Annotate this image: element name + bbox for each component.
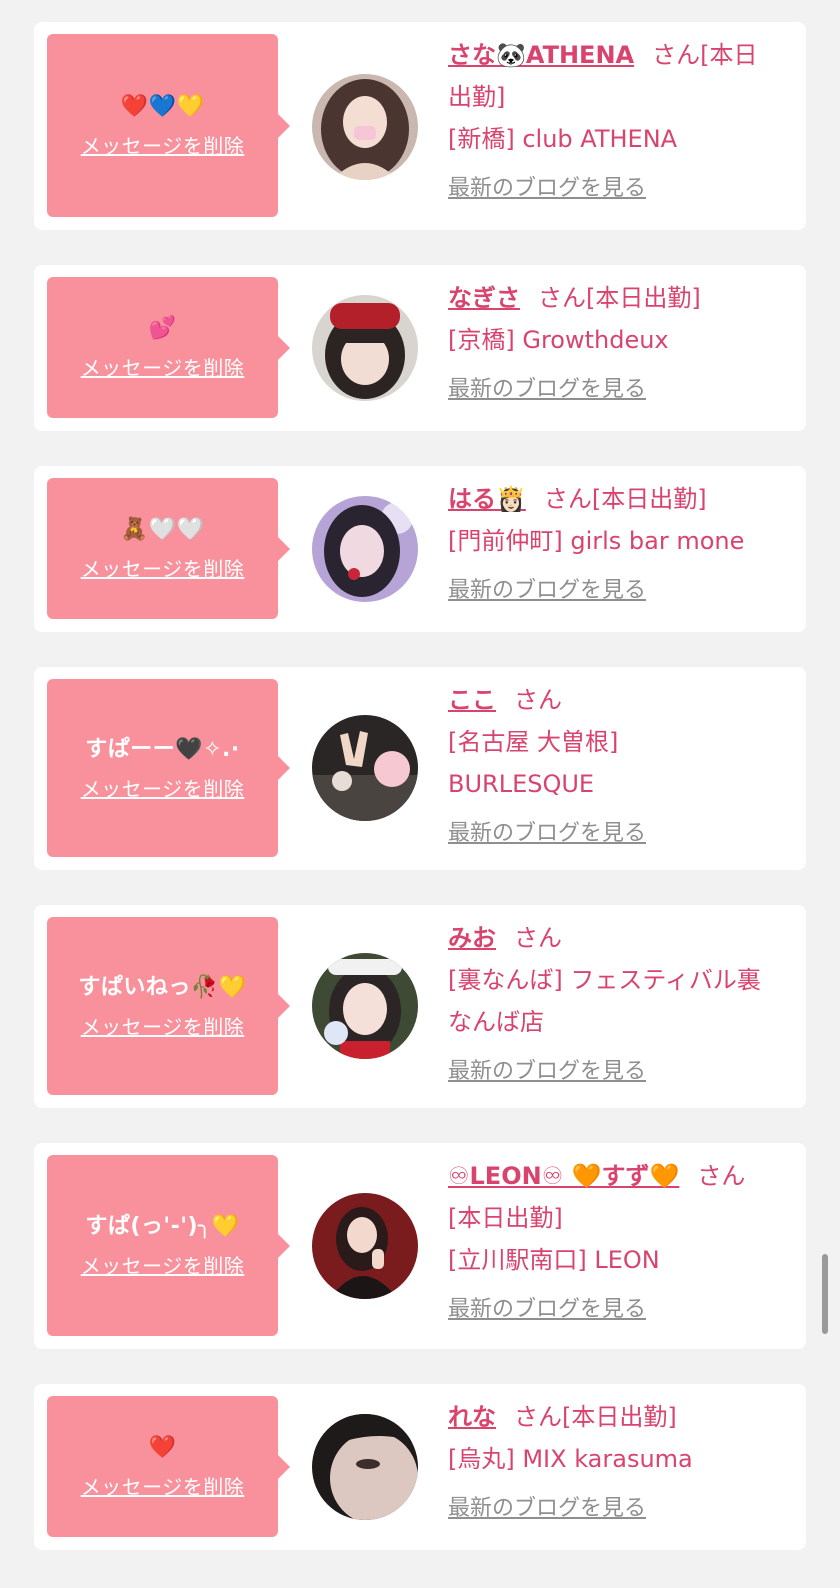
cast-name-link[interactable]: なぎさ [448,284,520,312]
photo-face-closeup-icon [312,1414,418,1520]
message-bubble: すぱいねっ🥀💛 メッセージを削除 [47,917,290,1095]
message-card: 💕 メッセージを削除 なぎさ さん[本日出勤] [京橋] Growthdeux 最… [34,265,806,431]
shop-name: [烏丸] MIX karasuma [448,1445,693,1473]
avatar[interactable] [312,953,418,1059]
cast-name-link[interactable]: さな🐼ATHENA [448,41,634,69]
cast-name-link[interactable]: はる👸🏻 [448,485,526,513]
cast-name-link[interactable]: みお [448,924,496,952]
cast-name-link[interactable]: ここ [448,686,496,714]
honorific: さん [514,924,562,952]
message-bubble: 💕 メッセージを削除 [47,277,290,418]
avatar[interactable] [312,496,418,602]
attendance-status: [本日出勤] [448,1204,563,1232]
photo-girl-bow-icon [312,295,418,401]
view-blog-link[interactable]: 最新のブログを見る [448,813,646,855]
view-blog-link[interactable]: 最新のブログを見る [448,570,646,612]
shop-name: [新橋] club ATHENA [448,125,678,153]
message-card: すぱ(っ'-')╮💛 メッセージを削除 ♾LEON♾ 🧡すず🧡 さん [本日出勤]… [34,1143,806,1349]
view-blog-link[interactable]: 最新のブログを見る [448,168,646,210]
avatar[interactable] [312,715,418,821]
photo-girl-long-hair-icon [312,74,418,180]
attendance-status: [本日出勤] [591,485,707,513]
honorific: さん [514,686,562,714]
delete-message-link[interactable]: メッセージを削除 [81,352,245,381]
scrollbar[interactable] [822,1254,828,1334]
entry-info: ♾LEON♾ 🧡すず🧡 さん [本日出勤] [立川駅南口] LEON 最新のブログ… [448,1155,778,1331]
message-card: すぱいねっ🥀💛 メッセージを削除 みお さん [裏なんば] フェスティバル裏なんば… [34,905,806,1108]
message-text: すぱーー🖤✧.· [85,736,240,762]
attendance-status: [本日出勤] [562,1403,677,1431]
cast-name-link[interactable]: れな [448,1403,496,1431]
avatar[interactable] [312,295,418,401]
shop-name: [名古屋 大曽根] BURLESQUE [448,728,619,798]
photo-girl-red-background-icon [312,1193,418,1299]
view-blog-link[interactable]: 最新のブログを見る [448,1488,646,1530]
photo-girl-purple-light-icon [312,496,418,602]
honorific: さん [652,41,701,69]
delete-message-link[interactable]: メッセージを削除 [81,1250,245,1279]
avatar[interactable] [312,1193,418,1299]
message-text: ❤️💙💛 [120,94,205,119]
view-blog-link[interactable]: 最新のブログを見る [448,1289,646,1331]
entry-info: みお さん [裏なんば] フェスティバル裏なんば店 最新のブログを見る [448,917,778,1093]
honorific: さん [697,1162,746,1190]
attendance-status: [本日出勤] [586,284,701,312]
shop-name: [立川駅南口] LEON [448,1246,660,1274]
entry-info: れな さん[本日出勤] [烏丸] MIX karasuma 最新のブログを見る [448,1396,778,1530]
message-bubble: ❤️💙💛 メッセージを削除 [47,34,290,217]
message-card: ❤️💙💛 メッセージを削除 さな🐼ATHENA さん[本日出勤] [新橋] clu… [34,22,806,230]
delete-message-link[interactable]: メッセージを削除 [81,553,245,582]
message-text: すぱ(っ'-')╮💛 [85,1214,240,1239]
message-card: 🧸🤍🤍 メッセージを削除 はる👸🏻 さん[本日出勤] [門前仲町] girls b… [34,466,806,632]
message-card: すぱーー🖤✧.· メッセージを削除 ここ さん [名古屋 大曽根] BURLESQ… [34,667,806,870]
view-blog-link[interactable]: 最新のブログを見る [448,1051,646,1093]
message-card: ❤️ メッセージを削除 れな さん[本日出勤] [烏丸] MIX karasuma… [34,1384,806,1550]
avatar[interactable] [312,74,418,180]
message-bubble: 🧸🤍🤍 メッセージを削除 [47,478,290,619]
message-bubble: すぱ(っ'-')╮💛 メッセージを削除 [47,1155,290,1336]
honorific: さん [538,284,586,312]
honorific: さん [514,1403,562,1431]
avatar[interactable] [312,1414,418,1520]
delete-message-link[interactable]: メッセージを削除 [81,1471,245,1500]
entry-info: さな🐼ATHENA さん[本日出勤] [新橋] club ATHENA 最新のブロ… [448,34,778,210]
message-text: ❤️ [148,1435,177,1460]
photo-girl-bunny-ears-icon [312,953,418,1059]
entry-info: ここ さん [名古屋 大曽根] BURLESQUE 最新のブログを見る [448,679,778,855]
shop-name: [門前仲町] girls bar mone [448,527,745,555]
message-text: 🧸🤍🤍 [120,517,205,542]
cast-name-link[interactable]: ♾LEON♾ 🧡すず🧡 [448,1162,679,1190]
message-text: 💕 [148,316,177,341]
photo-hand-peace-icon [312,715,418,821]
entry-info: なぎさ さん[本日出勤] [京橋] Growthdeux 最新のブログを見る [448,277,778,411]
shop-name: [裏なんば] フェスティバル裏なんば店 [448,966,761,1036]
message-bubble: すぱーー🖤✧.· メッセージを削除 [47,679,290,857]
message-bubble: ❤️ メッセージを削除 [47,1396,290,1537]
entry-info: はる👸🏻 さん[本日出勤] [門前仲町] girls bar mone 最新のブロ… [448,478,778,612]
message-text: すぱいねっ🥀💛 [78,974,247,1000]
honorific: さん [543,485,592,513]
delete-message-link[interactable]: メッセージを削除 [81,773,245,802]
shop-name: [京橋] Growthdeux [448,326,669,354]
view-blog-link[interactable]: 最新のブログを見る [448,369,646,411]
delete-message-link[interactable]: メッセージを削除 [81,1011,245,1040]
delete-message-link[interactable]: メッセージを削除 [81,130,245,159]
